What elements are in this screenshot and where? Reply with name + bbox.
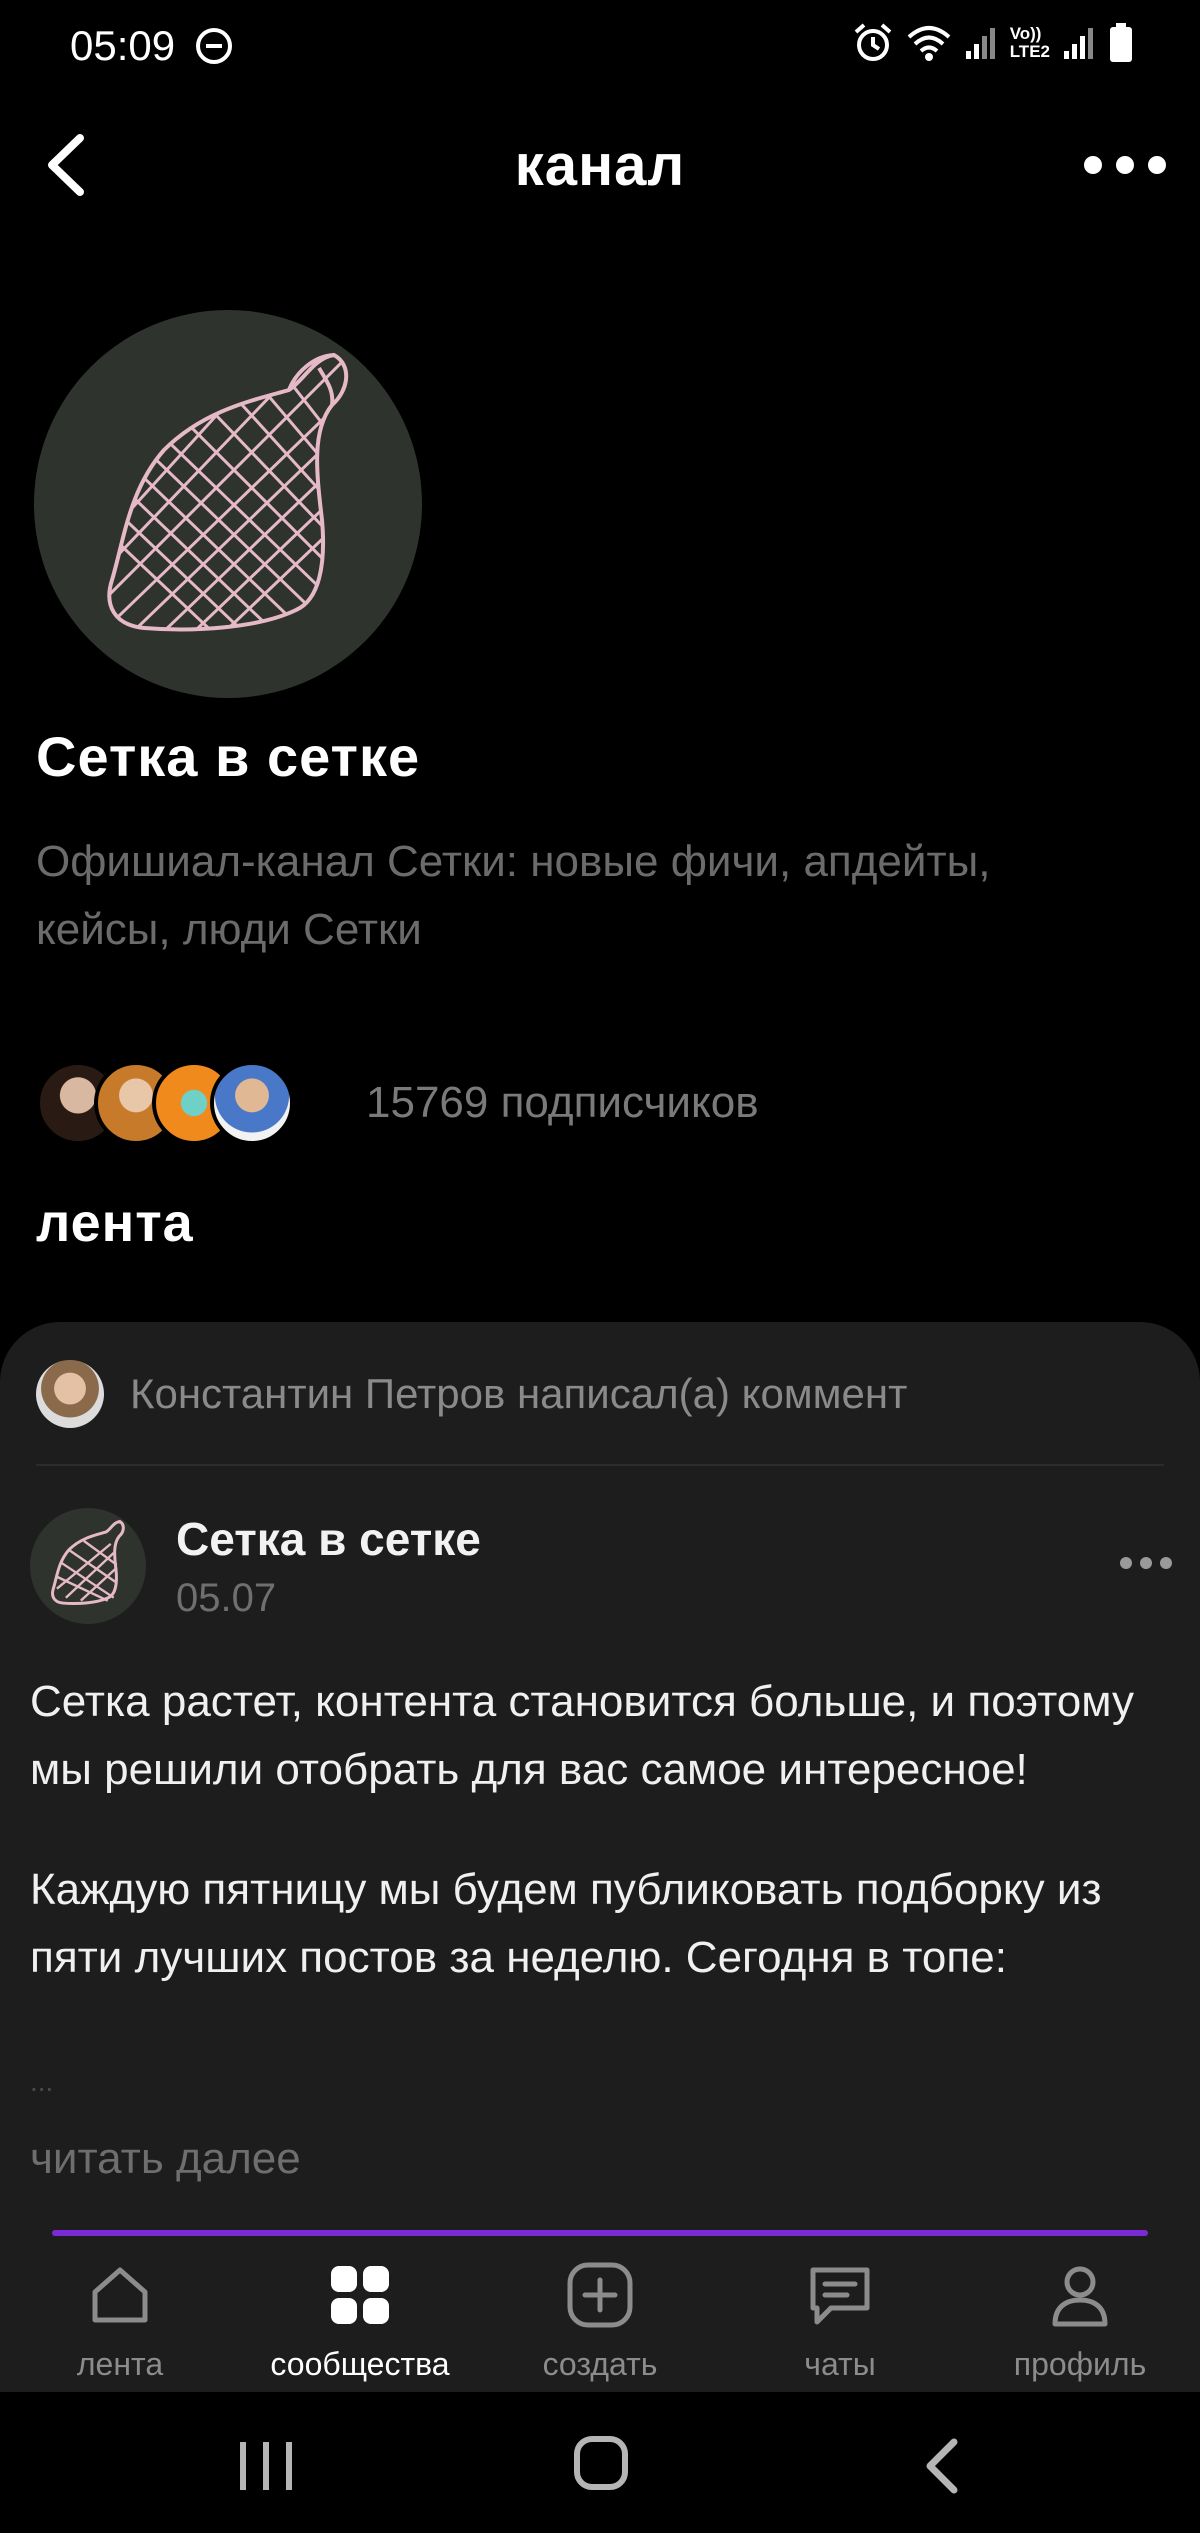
system-nav-bar (0, 2392, 1200, 2533)
post-author-avatar[interactable] (30, 1508, 146, 1624)
recent-apps-button[interactable] (236, 2440, 296, 2492)
signal-icon (965, 28, 995, 59)
home-button[interactable] (574, 2436, 628, 2490)
post-truncation: ... (30, 2066, 54, 2097)
accent-divider (52, 2230, 1148, 2236)
avatar (36, 1360, 104, 1428)
subscribers-count: 15769 подписчиков (366, 1078, 759, 1127)
channel-name: Сетка в сетке (36, 725, 421, 788)
channel-description: Офишиал-канал Сетки: новые фичи, апдейты… (36, 837, 991, 954)
alarm-icon (854, 23, 892, 61)
post-paragraph: Каждую пятницу мы будем публиковать подб… (30, 1865, 1102, 1982)
comment-notice-text: Константин Петров написал(а) коммент (130, 1370, 908, 1417)
comment-notice[interactable]: Константин Петров написал(а) коммент (36, 1356, 907, 1432)
nav-label: сообщества (270, 2346, 450, 2382)
post-author[interactable]: Сетка в сетке (176, 1512, 481, 1566)
do-not-disturb-icon (196, 28, 232, 64)
grid-icon (331, 2266, 389, 2324)
plus-square-icon (567, 2262, 633, 2328)
read-more-link[interactable]: читать далее (30, 2134, 301, 2184)
post-body: Сетка растет, контента становится больше… (30, 1668, 1170, 2044)
nav-item-profile[interactable]: профиль (960, 2242, 1200, 2392)
subscribers-row[interactable]: 15769 подписчиков (36, 1058, 759, 1148)
wifi-icon (907, 26, 951, 61)
nav-item-feed[interactable]: лента (0, 2242, 240, 2392)
nav-label: создать (542, 2346, 658, 2382)
home-icon (92, 2267, 148, 2323)
signal-icon-2 (1064, 28, 1093, 59)
network-label-top: Vo)) (1009, 24, 1042, 43)
avatar (210, 1061, 294, 1145)
system-back-button[interactable] (916, 2436, 966, 2496)
page-title: канал (514, 133, 686, 198)
string-bag-logo (51, 1519, 125, 1605)
string-bag-logo (107, 352, 349, 632)
nav-label: профиль (1013, 2346, 1147, 2382)
nav-item-communities[interactable]: сообщества (240, 2242, 480, 2392)
post-more-button[interactable] (1116, 1548, 1176, 1578)
post-card[interactable]: Константин Петров написал(а) коммент Сет… (0, 1322, 1200, 2242)
divider (36, 1464, 1164, 1466)
status-icons: Vo)) LTE2 (852, 22, 1134, 64)
post-paragraph: Сетка растет, контента становится больше… (30, 1677, 1135, 1794)
subscriber-avatars (36, 1061, 294, 1145)
nav-item-create[interactable]: создать (480, 2242, 720, 2392)
nav-label: лента (76, 2346, 164, 2382)
channel-avatar (34, 310, 422, 698)
more-options-button[interactable] (1080, 140, 1170, 190)
top-header: канал (0, 110, 1200, 220)
status-time: 05:09 (70, 22, 176, 69)
post-date: 05.07 (176, 1576, 277, 1620)
nav-label: чаты (804, 2346, 876, 2382)
nav-item-chats[interactable]: чаты (720, 2242, 960, 2392)
chat-icon (810, 2267, 870, 2325)
feed-heading: лента (36, 1193, 194, 1253)
battery-icon (1110, 23, 1132, 62)
bottom-nav: лента сообщества создать чаты профиль (0, 2242, 1200, 2392)
user-icon (1052, 2266, 1108, 2327)
network-label-bottom: LTE2 (1009, 42, 1050, 61)
status-bar: 05:09 Vo)) LTE2 (0, 0, 1200, 90)
network-type: Vo)) LTE2 (1010, 25, 1050, 61)
